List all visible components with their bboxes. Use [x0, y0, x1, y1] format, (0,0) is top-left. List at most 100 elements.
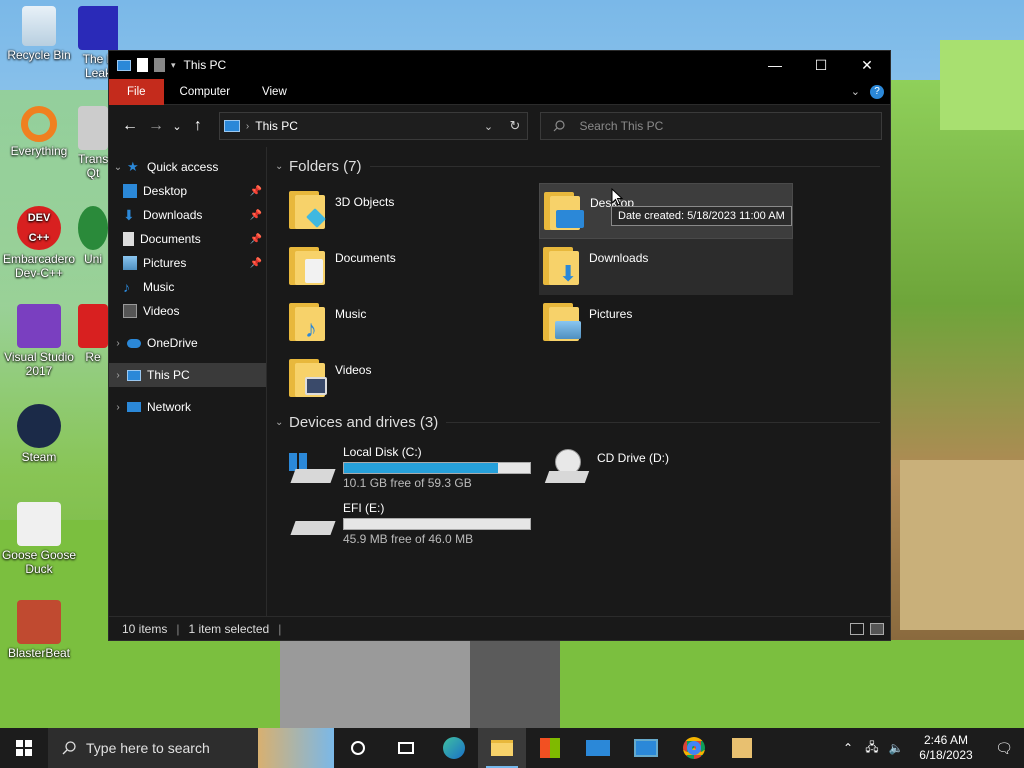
- mouse-cursor-icon: [611, 188, 623, 206]
- expand-ribbon-icon[interactable]: ⌄: [851, 85, 860, 98]
- sidebar-item-downloads[interactable]: ⬇ Downloads 📌: [109, 203, 266, 227]
- sidebar-item-pictures[interactable]: Pictures 📌: [109, 251, 266, 275]
- desktop-icon-everything[interactable]: Everything: [0, 106, 78, 158]
- desktop-icon-trans[interactable]: Trans Qt: [78, 106, 108, 180]
- recent-locations-button[interactable]: ⌄: [169, 120, 185, 133]
- network-icon[interactable]: 🖧: [860, 738, 884, 759]
- customize-toolbar-icon[interactable]: ▾: [171, 60, 176, 71]
- chevron-down-icon[interactable]: ⌄: [275, 417, 289, 428]
- chevron-right-icon[interactable]: ›: [109, 402, 127, 413]
- status-divider: |: [278, 621, 282, 636]
- folder-3d-objects[interactable]: 3D Objects: [285, 183, 539, 239]
- notification-center-icon[interactable]: 🗨: [984, 740, 1024, 757]
- new-folder-icon[interactable]: [154, 58, 165, 72]
- chevron-right-icon[interactable]: ›: [109, 370, 127, 381]
- folder-downloads[interactable]: ⬇ Downloads: [539, 239, 793, 295]
- pin-icon: 📌: [249, 185, 262, 197]
- up-button[interactable]: ↑: [185, 117, 211, 135]
- taskbar-file-explorer[interactable]: [478, 728, 526, 768]
- desktop-icon-visual-studio[interactable]: Visual Studio 2017: [0, 304, 78, 378]
- cortana-button[interactable]: [334, 728, 382, 768]
- show-hidden-icons-icon[interactable]: ⌃: [836, 741, 860, 755]
- address-bar[interactable]: › This PC ⌄ ↻: [218, 112, 529, 140]
- folder-music[interactable]: ♪ Music: [285, 295, 539, 351]
- drives-group-header[interactable]: ⌄ Devices and drives (3): [275, 409, 880, 435]
- refresh-icon[interactable]: ↻: [501, 118, 527, 134]
- app-icon: [732, 738, 752, 758]
- desktop-icon-re[interactable]: Re: [78, 304, 108, 364]
- folder-videos[interactable]: Videos: [285, 351, 539, 407]
- chevron-down-icon[interactable]: ⌄: [109, 162, 127, 173]
- desktop-icon-uni[interactable]: Uni: [78, 206, 108, 266]
- tab-file[interactable]: File: [109, 78, 164, 105]
- sidebar-item-videos[interactable]: Videos: [109, 299, 266, 323]
- tab-view[interactable]: View: [246, 79, 303, 105]
- sidebar-item-documents[interactable]: Documents 📌: [109, 227, 266, 251]
- taskbar-chrome[interactable]: [670, 728, 718, 768]
- system-tray: ⌃ 🖧 🔈 2:46 AM 6/18/2023 🗨: [836, 728, 1024, 768]
- photos-icon: [634, 739, 658, 757]
- sidebar-item-label: Music: [143, 280, 175, 294]
- status-divider: |: [176, 621, 180, 636]
- minimize-button[interactable]: —: [752, 51, 798, 79]
- folders-group-header[interactable]: ⌄ Folders (7): [275, 153, 880, 179]
- close-button[interactable]: ✕: [844, 51, 890, 79]
- back-button[interactable]: ←: [117, 117, 143, 135]
- desktop-icon-steam[interactable]: Steam: [0, 404, 78, 464]
- drive-e[interactable]: EFI (E:) 45.9 MB free of 46.0 MB: [285, 497, 539, 553]
- address-dropdown-icon[interactable]: ⌄: [475, 120, 501, 133]
- desktop-icon-goose[interactable]: Goose Goose Duck: [0, 502, 78, 576]
- chevron-right-icon[interactable]: ›: [109, 338, 127, 349]
- folder-documents[interactable]: Documents: [285, 239, 539, 295]
- help-icon[interactable]: ?: [870, 84, 884, 99]
- properties-icon[interactable]: [137, 58, 148, 72]
- sidebar-item-onedrive[interactable]: › OneDrive: [109, 331, 266, 355]
- desktop-icon-label: Everything: [10, 144, 68, 158]
- desktop-icon-devcpp[interactable]: DEV C++ Embarcadero Dev-C++: [0, 206, 78, 280]
- maximize-button[interactable]: ☐: [798, 51, 844, 79]
- desktop-icon-label: Steam: [21, 450, 57, 464]
- desktop-icon: [123, 184, 137, 198]
- details-view-icon[interactable]: [850, 622, 864, 635]
- taskbar-store[interactable]: [526, 728, 574, 768]
- forward-button[interactable]: →: [143, 117, 169, 135]
- folder-pictures[interactable]: Pictures: [539, 295, 793, 351]
- sidebar-item-label: This PC: [147, 368, 190, 382]
- desktop-icon-blasterbeat[interactable]: BlasterBeat: [0, 600, 78, 660]
- search-box[interactable]: Search This PC: [540, 112, 883, 140]
- breadcrumb-this-pc[interactable]: This PC: [255, 119, 298, 133]
- clock[interactable]: 2:46 AM 6/18/2023: [908, 733, 984, 763]
- sidebar-item-label: Documents: [140, 232, 201, 246]
- window-title: This PC: [183, 58, 227, 72]
- sidebar-item-quick-access[interactable]: ⌄ ★ Quick access: [109, 155, 266, 179]
- volume-muted-icon[interactable]: 🔈: [884, 741, 908, 755]
- task-view-button[interactable]: [382, 728, 430, 768]
- wallpaper-block: [470, 640, 560, 730]
- taskbar-edge[interactable]: [430, 728, 478, 768]
- app-icon: [78, 106, 108, 150]
- title-bar[interactable]: ▾ This PC — ☐ ✕: [109, 51, 890, 79]
- folder-label: Documents: [335, 251, 396, 265]
- taskbar-app[interactable]: [718, 728, 766, 768]
- sidebar-item-this-pc[interactable]: › This PC: [109, 363, 266, 387]
- sidebar-item-desktop[interactable]: Desktop 📌: [109, 179, 266, 203]
- desktop-icon-label: Embarcadero Dev-C++: [2, 252, 76, 280]
- cortana-circle-icon: [351, 741, 365, 755]
- tab-computer[interactable]: Computer: [164, 79, 247, 105]
- taskbar-search-box[interactable]: Type here to search: [48, 728, 258, 768]
- document-icon: [123, 232, 134, 246]
- drive-c[interactable]: Local Disk (C:) 10.1 GB free of 59.3 GB: [285, 441, 539, 497]
- taskbar-photos[interactable]: [622, 728, 670, 768]
- desktop-icon-recycle-bin[interactable]: Recycle Bin: [0, 6, 78, 62]
- sidebar-item-music[interactable]: ♪ Music: [109, 275, 266, 299]
- ribbon: File Computer View ⌄ ?: [109, 78, 890, 105]
- chevron-down-icon[interactable]: ⌄: [275, 161, 289, 172]
- large-icons-view-icon[interactable]: [870, 622, 884, 635]
- sidebar-item-network[interactable]: › Network: [109, 395, 266, 419]
- app-icon: [78, 206, 108, 250]
- drive-d[interactable]: CD Drive (D:): [539, 441, 793, 497]
- taskbar-mail[interactable]: [574, 728, 622, 768]
- start-button[interactable]: [0, 728, 48, 768]
- divider: [446, 421, 880, 423]
- sidebar-item-label: Desktop: [143, 184, 188, 198]
